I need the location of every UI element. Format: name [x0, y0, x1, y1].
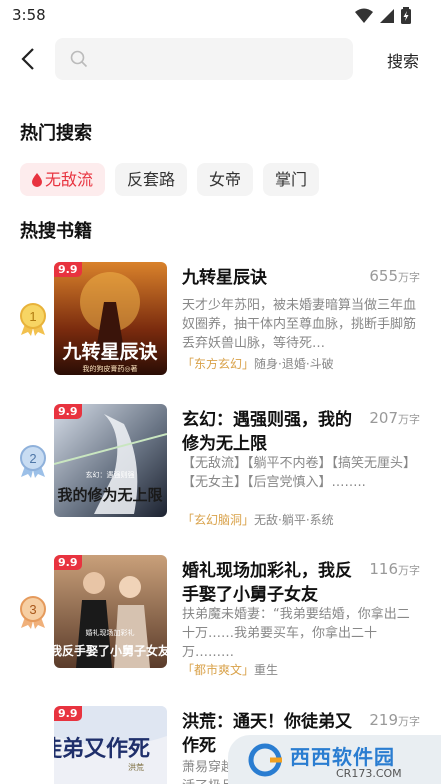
- book-category: 「玄幻脑洞」: [182, 513, 255, 527]
- chevron-left-icon: [21, 48, 34, 70]
- book-tag-list: 重生: [254, 663, 279, 677]
- hot-tag[interactable]: 掌门: [263, 163, 320, 196]
- search-input[interactable]: [97, 44, 341, 76]
- rank-gold-medal-icon: 1: [20, 303, 46, 336]
- cover-art: 婚礼现场加彩礼 我反手娶了小舅子女友: [54, 555, 167, 668]
- book-tags: 「玄幻脑洞」无敌·躺平·系统: [182, 511, 334, 528]
- status-icons: [355, 7, 411, 24]
- hot-tag-label: 掌门: [275, 170, 308, 189]
- word-count-value: 116: [369, 560, 398, 578]
- word-count: 219万字: [369, 711, 420, 729]
- word-count-unit: 万字: [398, 564, 420, 577]
- hot-search-title: 热门搜索: [20, 123, 92, 144]
- word-count-value: 655: [369, 267, 398, 285]
- word-count-value: 219: [369, 711, 398, 729]
- hot-search-tags: 无敌流 反套路 女帝 掌门: [20, 163, 320, 196]
- wifi-icon: [355, 8, 373, 23]
- status-time: 3:58: [12, 6, 46, 24]
- book-tags: 「东方玄幻」随身·退婚·斗破: [182, 355, 334, 372]
- search-button[interactable]: 搜索: [387, 48, 419, 72]
- search-bar-row: 搜索: [0, 36, 441, 82]
- book-cover: 玄幻：遇强则强 我的修为无上限 9.9: [54, 404, 167, 517]
- cover-subtitle: 玄幻：遇强则强: [86, 470, 135, 479]
- price-badge: 9.9: [54, 404, 82, 419]
- book-cover: 婚礼现场加彩礼 我反手娶了小舅子女友 9.9: [54, 555, 167, 668]
- book-cover: 九转星辰诀 我的狗皮膏药◎著 9.9: [54, 262, 167, 375]
- book-title: 九转星辰诀: [182, 268, 267, 288]
- book-tag-list: 随身·退婚·斗破: [254, 357, 334, 371]
- cover-title: 我反手娶了小舅子女友: [54, 643, 167, 658]
- search-box[interactable]: [55, 38, 353, 80]
- word-count: 116万字: [369, 560, 420, 578]
- book-item[interactable]: 3 婚礼现场加彩礼 我反手娶了小舅子女友 9.9 婚礼现场加彩礼，我反手娶了小舅…: [0, 555, 441, 695]
- book-description: 【无敌流】【躺平不内卷】【搞笑无厘头】【无女主】【后宫党慎入】……..: [182, 456, 417, 490]
- book-title: 婚礼现场加彩礼，我反手娶了小舅子女友: [182, 561, 352, 605]
- word-count-unit: 万字: [398, 271, 420, 284]
- book-item[interactable]: 2 玄幻：遇强则强 我的修为无上限 9.9 玄幻：遇强则强，我的修为无上限 20…: [0, 404, 441, 544]
- rank-bronze-medal-icon: 3: [20, 596, 46, 629]
- word-count: 207万字: [369, 409, 420, 427]
- word-count-unit: 万字: [398, 413, 420, 426]
- status-bar: 3:58: [0, 0, 441, 32]
- book-category: 「东方玄幻」: [182, 357, 255, 371]
- hot-tag-label: 女帝: [209, 170, 242, 189]
- book-tag-list: 无敌·躺平·系统: [254, 513, 334, 527]
- signal-icon: [380, 8, 394, 23]
- hot-tag-label: 反套路: [127, 170, 176, 189]
- cover-title: 你徒弟又作死: [54, 736, 150, 762]
- back-button[interactable]: [16, 46, 42, 72]
- rank-number: 1: [29, 309, 36, 324]
- cover-author: 我的狗皮膏药◎著: [82, 364, 137, 373]
- book-category: 「都市爽文」: [182, 663, 255, 677]
- rank-silver-medal-icon: 2: [20, 445, 46, 478]
- cover-title: 九转星辰诀: [61, 340, 158, 363]
- rank-number: 3: [29, 602, 36, 617]
- hot-tag[interactable]: 无敌流: [20, 163, 106, 196]
- watermark-logo-icon: [248, 743, 282, 777]
- book-cover: 你徒弟又作死 洪荒 9.9: [54, 706, 167, 784]
- rank-number: 2: [29, 451, 36, 466]
- search-icon: [70, 50, 88, 68]
- book-description: 扶弟魔未婚妻：“我弟要结婚，你拿出二十万……我弟要买车，你拿出二十万………: [182, 607, 410, 660]
- price-badge: 9.9: [54, 262, 82, 277]
- hot-books-title: 热搜书籍: [20, 221, 92, 242]
- cover-title: 我的修为无上限: [57, 486, 162, 504]
- cover-subtitle: 洪荒: [128, 762, 144, 772]
- watermark-url: CR173.COM: [336, 767, 402, 780]
- hot-tag[interactable]: 女帝: [197, 163, 254, 196]
- price-badge: 9.9: [54, 706, 82, 721]
- book-item[interactable]: 1 九转星辰诀 我的狗皮膏药◎著 9.9 九转星辰诀 655万字 天才少年苏阳，…: [0, 262, 441, 402]
- flame-icon: [32, 172, 42, 187]
- hot-tag[interactable]: 反套路: [115, 163, 188, 196]
- cover-art: 九转星辰诀 我的狗皮膏药◎著: [54, 262, 167, 375]
- hot-tag-label: 无敌流: [45, 170, 94, 189]
- site-watermark: 西西软件园 CR173.COM: [228, 735, 441, 784]
- watermark-text: 西西软件园: [290, 745, 395, 769]
- cover-art: 玄幻：遇强则强 我的修为无上限: [54, 404, 167, 517]
- book-tags: 「都市爽文」重生: [182, 661, 278, 678]
- word-count-value: 207: [369, 409, 398, 427]
- cover-subtitle: 婚礼现场加彩礼: [86, 628, 135, 637]
- battery-icon: [401, 7, 411, 24]
- price-badge: 9.9: [54, 555, 82, 570]
- word-count: 655万字: [369, 267, 420, 285]
- word-count-unit: 万字: [398, 715, 420, 728]
- book-title: 玄幻：遇强则强，我的修为无上限: [182, 410, 352, 454]
- book-description: 天才少年苏阳，被未婚妻暗算当做三年血奴圈养，抽干体内至尊血脉，挑断手脚筋丢弃妖兽…: [182, 298, 417, 351]
